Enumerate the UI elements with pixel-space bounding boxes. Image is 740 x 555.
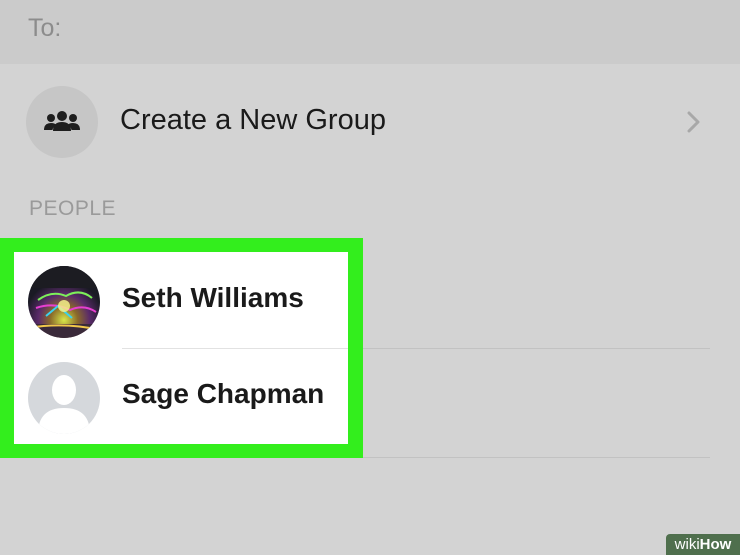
- people-highlight: Seth Williams Sage Chapman: [0, 238, 363, 458]
- contact-row-sage-chapman[interactable]: Sage Chapman: [14, 348, 348, 444]
- contact-row-seth-williams[interactable]: Seth Williams: [14, 252, 348, 349]
- create-group-label: Create a New Group: [120, 104, 386, 136]
- wikihow-watermark: wikiHow: [666, 534, 740, 555]
- create-group-row[interactable]: Create a New Group: [0, 70, 740, 176]
- watermark-how: How: [699, 536, 732, 553]
- to-field[interactable]: To:: [0, 0, 740, 64]
- sage-chapman-avatar: [28, 362, 100, 434]
- group-icon-circle: [26, 86, 98, 158]
- people-section-header: PEOPLE: [29, 197, 117, 220]
- group-icon: [44, 111, 80, 131]
- chevron-right-icon: [687, 111, 700, 133]
- divider: [363, 457, 710, 458]
- contact-name: Sage Chapman: [122, 378, 325, 409]
- watermark-wiki: wiki: [674, 536, 700, 553]
- divider: [363, 348, 710, 349]
- people-list: Seth Williams Sage Chapman: [14, 252, 348, 444]
- to-label: To:: [28, 14, 62, 42]
- seth-williams-avatar: [28, 266, 100, 338]
- contact-name: Seth Williams: [122, 282, 304, 313]
